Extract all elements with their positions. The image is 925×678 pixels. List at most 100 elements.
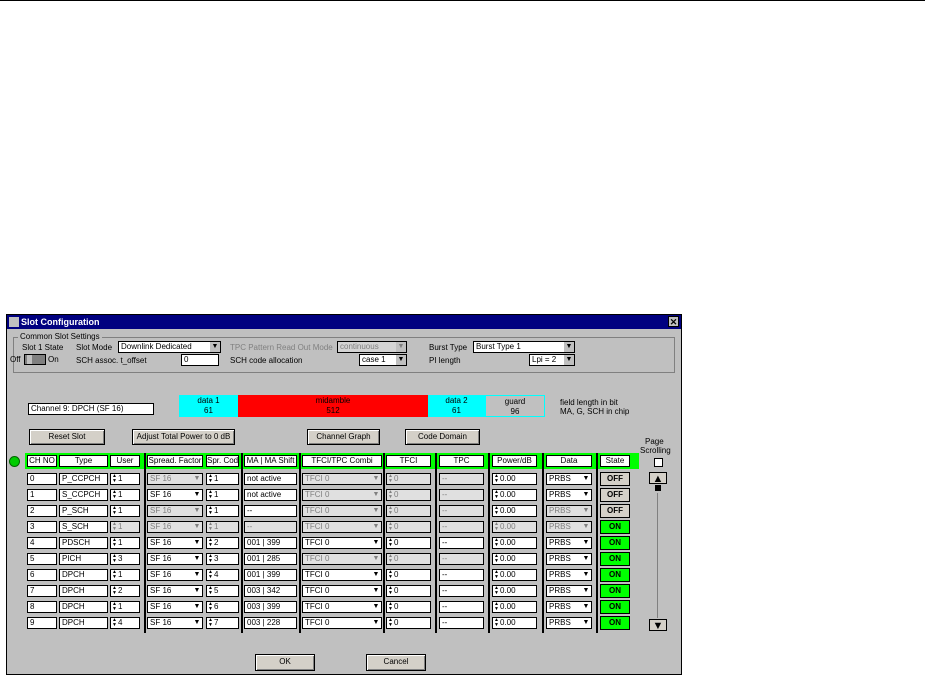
spinner-arrows-icon[interactable]: ▲ ▼ (494, 474, 499, 484)
tpc-cell[interactable]: -- (439, 569, 484, 581)
tfci-spinner[interactable]: ▲ ▼ 0 (386, 569, 431, 581)
spinner-arrows-icon[interactable]: ▲ ▼ (388, 602, 393, 612)
tfci-tpc-combi-select[interactable]: TFCI 0 ▼ (302, 617, 382, 629)
spinner-arrows-icon[interactable]: ▲ ▼ (388, 506, 393, 516)
spinner-arrows-icon[interactable]: ▲ ▼ (494, 506, 499, 516)
data-select[interactable]: PRBS ▼ (546, 505, 592, 517)
spinner-arrows-icon[interactable]: ▲ ▼ (494, 522, 499, 532)
spinner-arrows-icon[interactable]: ▲ ▼ (208, 618, 213, 628)
data-select[interactable]: PRBS ▼ (546, 537, 592, 549)
tpc-cell[interactable]: -- (439, 537, 484, 549)
tfci-tpc-combi-select[interactable]: TFCI 0 ▼ (302, 569, 382, 581)
spinner-arrows-icon[interactable]: ▲ ▼ (388, 490, 393, 500)
spinner-arrows-icon[interactable]: ▲ ▼ (388, 554, 393, 564)
ok-button[interactable]: OK (255, 654, 315, 671)
data-select[interactable]: PRBS ▼ (546, 585, 592, 597)
spinner-arrows-icon[interactable]: ▲ ▼ (388, 586, 393, 596)
tfci-tpc-combi-select[interactable]: TFCI 0 ▼ (302, 553, 382, 565)
spr-code-spinner[interactable]: ▲ ▼ 1 (206, 489, 239, 501)
spinner-arrows-icon[interactable]: ▲ ▼ (208, 474, 213, 484)
type-cell[interactable]: S_SCH (59, 521, 108, 533)
tfci-spinner[interactable]: ▲ ▼ 0 (386, 601, 431, 613)
spinner-arrows-icon[interactable]: ▲ ▼ (388, 618, 393, 628)
type-cell[interactable]: DPCH (59, 601, 108, 613)
state-button[interactable]: OFF (600, 488, 630, 502)
tfci-spinner[interactable]: ▲ ▼ 0 (386, 521, 431, 533)
user-spinner[interactable]: ▲ ▼ 1 (110, 601, 140, 613)
tfci-spinner[interactable]: ▲ ▼ 0 (386, 489, 431, 501)
tfci-spinner[interactable]: ▲ ▼ 0 (386, 617, 431, 629)
slot-mode-select[interactable]: Downlink Dedicated ▼ (118, 341, 221, 353)
tfci-tpc-combi-select[interactable]: TFCI 0 ▼ (302, 489, 382, 501)
user-spinner[interactable]: ▲ ▼ 1 (110, 473, 140, 485)
spr-code-spinner[interactable]: ▲ ▼ 3 (206, 553, 239, 565)
tfci-spinner[interactable]: ▲ ▼ 0 (386, 505, 431, 517)
spinner-arrows-icon[interactable]: ▲ ▼ (494, 570, 499, 580)
code-domain-button[interactable]: Code Domain (405, 429, 480, 445)
tfci-tpc-combi-select[interactable]: TFCI 0 ▼ (302, 601, 382, 613)
spread-factor-select[interactable]: SF 16 ▼ (147, 489, 203, 501)
scroll-up-arrow-icon[interactable]: ▲ (649, 472, 667, 485)
user-spinner[interactable]: ▲ ▼ 3 (110, 553, 140, 565)
spinner-arrows-icon[interactable]: ▲ ▼ (112, 586, 117, 596)
spr-code-spinner[interactable]: ▲ ▼ 2 (206, 537, 239, 549)
tfci-tpc-combi-select[interactable]: TFCI 0 ▼ (302, 585, 382, 597)
spread-factor-select[interactable]: SF 16 ▼ (147, 505, 203, 517)
spread-factor-select[interactable]: SF 16 ▼ (147, 521, 203, 533)
tpc-cell[interactable]: -- (439, 617, 484, 629)
tfci-spinner[interactable]: ▲ ▼ 0 (386, 473, 431, 485)
type-cell[interactable]: DPCH (59, 585, 108, 597)
spread-factor-select[interactable]: SF 16 ▼ (147, 553, 203, 565)
power-spinner[interactable]: ▲ ▼ 0.00 (492, 585, 537, 597)
tfci-spinner[interactable]: ▲ ▼ 0 (386, 553, 431, 565)
spinner-arrows-icon[interactable]: ▲ ▼ (112, 602, 117, 612)
state-button[interactable]: ON (600, 616, 630, 630)
type-cell[interactable]: P_SCH (59, 505, 108, 517)
tpc-cell[interactable]: -- (439, 473, 484, 485)
type-cell[interactable]: DPCH (59, 569, 108, 581)
spr-code-spinner[interactable]: ▲ ▼ 1 (206, 505, 239, 517)
spinner-arrows-icon[interactable]: ▲ ▼ (388, 522, 393, 532)
tpc-cell[interactable]: -- (439, 521, 484, 533)
spinner-arrows-icon[interactable]: ▲ ▼ (494, 602, 499, 612)
data-select[interactable]: PRBS ▼ (546, 569, 592, 581)
state-button[interactable]: ON (600, 568, 630, 582)
spinner-arrows-icon[interactable]: ▲ ▼ (112, 522, 117, 532)
power-spinner[interactable]: ▲ ▼ 0.00 (492, 521, 537, 533)
tpc-mode-select[interactable]: continuous ▼ (337, 341, 407, 353)
state-button[interactable]: OFF (600, 472, 630, 486)
sch-offset-input[interactable]: 0 (181, 354, 219, 366)
spinner-arrows-icon[interactable]: ▲ ▼ (494, 554, 499, 564)
user-spinner[interactable]: ▲ ▼ 2 (110, 585, 140, 597)
adjust-total-power-button[interactable]: Adjust Total Power to 0 dB (132, 429, 235, 445)
sch-alloc-select[interactable]: case 1 ▼ (359, 354, 407, 366)
spread-factor-select[interactable]: SF 16 ▼ (147, 585, 203, 597)
tfci-spinner[interactable]: ▲ ▼ 0 (386, 537, 431, 549)
spinner-arrows-icon[interactable]: ▲ ▼ (494, 490, 499, 500)
tfci-tpc-combi-select[interactable]: TFCI 0 ▼ (302, 505, 382, 517)
data-select[interactable]: PRBS ▼ (546, 473, 592, 485)
spinner-arrows-icon[interactable]: ▲ ▼ (208, 602, 213, 612)
tfci-tpc-combi-select[interactable]: TFCI 0 ▼ (302, 473, 382, 485)
power-spinner[interactable]: ▲ ▼ 0.00 (492, 489, 537, 501)
spinner-arrows-icon[interactable]: ▲ ▼ (208, 506, 213, 516)
state-button[interactable]: ON (600, 536, 630, 550)
spinner-arrows-icon[interactable]: ▲ ▼ (112, 554, 117, 564)
spinner-arrows-icon[interactable]: ▲ ▼ (208, 586, 213, 596)
tfci-tpc-combi-select[interactable]: TFCI 0 ▼ (302, 537, 382, 549)
type-cell[interactable]: PDSCH (59, 537, 108, 549)
power-spinner[interactable]: ▲ ▼ 0.00 (492, 505, 537, 517)
data-select[interactable]: PRBS ▼ (546, 617, 592, 629)
spread-factor-select[interactable]: SF 16 ▼ (147, 473, 203, 485)
data-select[interactable]: PRBS ▼ (546, 601, 592, 613)
cancel-button[interactable]: Cancel (366, 654, 426, 671)
type-cell[interactable]: DPCH (59, 617, 108, 629)
burst-type-select[interactable]: Burst Type 1 ▼ (473, 341, 575, 353)
spinner-arrows-icon[interactable]: ▲ ▼ (112, 474, 117, 484)
spinner-arrows-icon[interactable]: ▲ ▼ (112, 506, 117, 516)
state-button[interactable]: ON (600, 600, 630, 614)
power-spinner[interactable]: ▲ ▼ 0.00 (492, 537, 537, 549)
channel-graph-button[interactable]: Channel Graph (307, 429, 380, 445)
spinner-arrows-icon[interactable]: ▲ ▼ (208, 538, 213, 548)
power-spinner[interactable]: ▲ ▼ 0.00 (492, 473, 537, 485)
